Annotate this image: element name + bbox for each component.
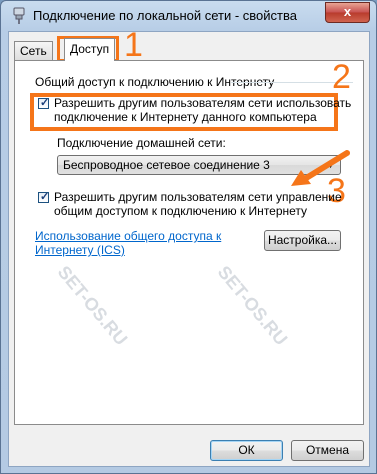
allow-sharing-line1: Разрешить другим пользователям сети испо… xyxy=(54,96,352,110)
properties-window: Подключение по локальной сети - свойства… xyxy=(0,0,377,474)
allow-sharing-line2: подключение к Интернету данного компьюте… xyxy=(54,110,317,124)
allow-control-line2: общим доступом к подключению к Интернету xyxy=(54,204,308,218)
allow-control-label[interactable]: Разрешить другим пользователям сети упра… xyxy=(54,190,342,218)
title-bar[interactable]: Подключение по локальной сети - свойства… xyxy=(1,1,376,31)
window-title: Подключение по локальной сети - свойства xyxy=(33,8,297,23)
cancel-button[interactable]: Отмена xyxy=(291,440,364,461)
checkmark-icon: ✓ xyxy=(40,191,50,203)
dialog-client: Сеть Доступ 1 Общий доступ к подключению… xyxy=(8,26,370,467)
ics-help-link[interactable]: Использование общего доступа к Интернету… xyxy=(35,229,255,257)
tab-sharing[interactable]: Доступ xyxy=(64,38,116,61)
allow-sharing-label[interactable]: Разрешить другим пользователям сети испо… xyxy=(54,96,351,124)
tab-network-label: Сеть xyxy=(20,44,47,58)
tab-sharing-label: Доступ xyxy=(70,42,110,56)
settings-button[interactable]: Настройка... xyxy=(264,230,341,251)
checkmark-icon: ✓ xyxy=(40,97,50,109)
allow-control-checkbox[interactable]: ✓ xyxy=(38,191,50,203)
ics-link-line1: Использование общего доступа к xyxy=(35,229,222,243)
close-icon: x xyxy=(343,4,352,19)
annotation-step-2: 2 xyxy=(332,58,351,96)
ok-button[interactable]: ОК xyxy=(210,440,283,461)
allow-sharing-checkbox[interactable]: ✓ xyxy=(38,97,50,109)
home-network-value: Беспроводное сетевое соединение 3 xyxy=(63,158,270,172)
allow-control-line1: Разрешить другим пользователям сети упра… xyxy=(54,190,342,204)
close-button[interactable]: x xyxy=(325,2,370,23)
tab-network[interactable]: Сеть xyxy=(14,41,53,60)
home-network-label: Подключение домашней сети: xyxy=(57,136,226,150)
network-adapter-icon xyxy=(11,7,27,25)
ics-link-line2: Интернету (ICS) xyxy=(35,243,125,257)
